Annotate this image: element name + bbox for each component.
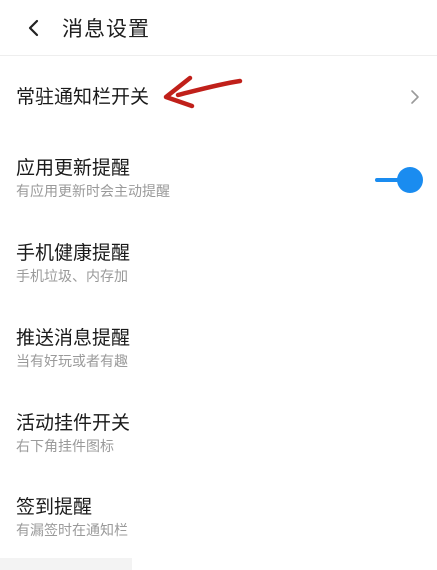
row-push-message-reminder[interactable]: 推送消息提醒 当有好玩或者有趣 bbox=[0, 325, 437, 375]
row-activity-widget-switch[interactable]: 活动挂件开关 右下角挂件图标 bbox=[0, 410, 437, 460]
row-title: 手机健康提醒 bbox=[16, 242, 131, 264]
row-checkin-reminder[interactable]: 签到提醒 有漏签时在通知栏 bbox=[0, 494, 437, 544]
top-bar: 消息设置 bbox=[0, 0, 437, 56]
row-title: 签到提醒 bbox=[16, 496, 93, 518]
row-title: 常驻通知栏开关 bbox=[16, 86, 150, 108]
row-subtitle: 右下角挂件图标 bbox=[16, 439, 114, 455]
row-app-update-reminder: 应用更新提醒 有应用更新时会主动提醒 bbox=[0, 155, 437, 205]
row-subtitle: 有漏签时在通知栏 bbox=[16, 523, 128, 539]
chevron-right-icon bbox=[411, 90, 419, 104]
row-phone-health-reminder[interactable]: 手机健康提醒 手机垃圾、内存加 bbox=[0, 240, 437, 290]
app-update-toggle[interactable] bbox=[373, 166, 423, 194]
toggle-knob bbox=[397, 167, 423, 193]
row-persistent-notification[interactable]: 常驻通知栏开关 bbox=[0, 72, 437, 122]
row-subtitle: 手机垃圾、内存加 bbox=[16, 269, 128, 285]
row-title: 推送消息提醒 bbox=[16, 327, 131, 349]
chevron-left-icon bbox=[28, 19, 39, 36]
row-title: 活动挂件开关 bbox=[16, 412, 131, 434]
page-title: 消息设置 bbox=[62, 16, 150, 41]
back-button[interactable] bbox=[10, 4, 58, 52]
row-subtitle: 当有好玩或者有趣 bbox=[16, 354, 128, 370]
bottom-divider bbox=[0, 558, 132, 570]
